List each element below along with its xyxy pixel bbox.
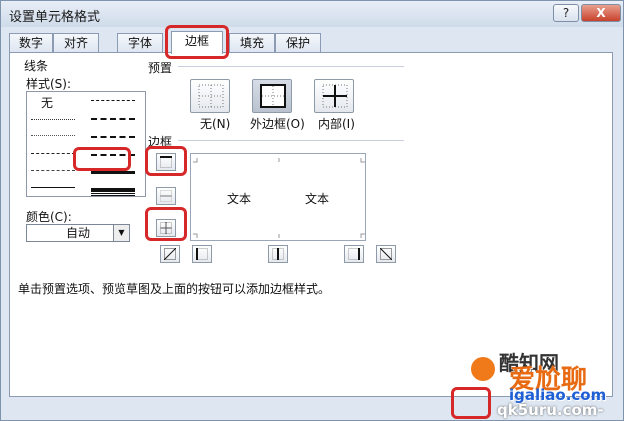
diagonal-up-icon <box>164 248 176 260</box>
dialog-title: 设置单元格格式 <box>9 10 101 25</box>
close-button[interactable]: X <box>581 4 621 22</box>
border-left-icon <box>196 248 208 260</box>
color-label: 颜色(C): <box>26 210 72 224</box>
border-none-icon <box>198 84 224 108</box>
line-style-hair[interactable] <box>31 119 75 120</box>
tab-number[interactable]: 数字 <box>9 33 53 53</box>
highlight-bottom-border <box>145 207 187 241</box>
highlight-ok-button <box>451 387 491 419</box>
watermark-domain-2: qk5uru.com- <box>497 401 604 419</box>
highlight-thick-line <box>73 147 131 171</box>
highlight-border-tab <box>165 25 229 59</box>
border-preview[interactable]: 文本 文本 <box>190 153 366 241</box>
preset-none-label: 无(N) <box>200 117 231 131</box>
border-right-button[interactable] <box>344 245 364 263</box>
tab-alignment[interactable]: 对齐 <box>53 33 99 53</box>
diagonal-down-icon <box>380 248 392 260</box>
title-bar: 设置单元格格式 ? X <box>1 1 623 27</box>
color-select-value: 自动 <box>65 226 90 240</box>
border-divider <box>178 140 404 141</box>
presets-title: 预置 <box>148 61 173 75</box>
watermark-logo-icon <box>471 357 495 381</box>
preset-none-button[interactable] <box>190 79 230 113</box>
color-select[interactable]: 自动 ▼ <box>26 224 130 242</box>
border-inner-horizontal-button[interactable] <box>156 187 176 205</box>
tab-protection[interactable]: 保护 <box>275 33 321 53</box>
hint-text: 单击预置选项、预览草图及上面的按钮可以添加边框样式。 <box>18 282 331 296</box>
highlight-top-border <box>145 146 187 176</box>
line-section-title: 线条 <box>24 59 49 73</box>
preview-corner-marks <box>193 158 365 238</box>
line-style-medium-dash-dot-dot[interactable] <box>91 100 135 101</box>
line-style-medium[interactable] <box>91 171 135 174</box>
line-style-slanted[interactable] <box>91 136 135 138</box>
border-right-icon <box>348 248 360 260</box>
format-cells-dialog: 设置单元格格式 ? X 数字 对齐 字体 边框 填充 保护 线条 样式(S): … <box>0 0 624 421</box>
tab-fill[interactable]: 填充 <box>229 33 275 53</box>
border-inside-icon <box>322 84 348 108</box>
chevron-down-icon[interactable]: ▼ <box>113 225 129 241</box>
line-style-dashed[interactable] <box>31 170 75 171</box>
presets-divider <box>178 66 404 67</box>
preview-text-left: 文本 <box>227 192 252 206</box>
line-style-dotted[interactable] <box>31 135 75 136</box>
style-label: 样式(S): <box>26 77 72 91</box>
preset-inside-button[interactable] <box>314 79 354 113</box>
tab-font[interactable]: 字体 <box>117 33 163 53</box>
line-style-thin[interactable] <box>31 187 75 188</box>
border-inner-horizontal-icon <box>160 190 172 202</box>
line-style-list[interactable]: 无 <box>26 91 146 197</box>
line-style-medium-dash-dot[interactable] <box>91 118 135 120</box>
line-style-thick[interactable] <box>91 188 135 192</box>
help-button[interactable]: ? <box>553 4 579 22</box>
preset-inside-label: 内部(I) <box>318 117 355 131</box>
preset-outline-button[interactable] <box>252 79 292 113</box>
line-style-none[interactable]: 无 <box>41 94 53 111</box>
border-inner-vertical-icon <box>272 248 284 260</box>
border-outline-icon <box>260 84 286 108</box>
line-style-dash-dot[interactable] <box>31 153 75 154</box>
border-inner-vertical-button[interactable] <box>268 245 288 263</box>
preview-text-right: 文本 <box>305 192 330 206</box>
border-left-button[interactable] <box>192 245 212 263</box>
line-style-double[interactable] <box>91 193 135 197</box>
border-diagonal-down-button[interactable] <box>376 245 396 263</box>
preset-outline-label: 外边框(O) <box>250 117 305 131</box>
border-tab-panel: 线条 样式(S): 无 颜色(C): 自动 ▼ 预置 无(N) 外边框(O) 内… <box>9 52 613 397</box>
border-diagonal-up-button[interactable] <box>160 245 180 263</box>
